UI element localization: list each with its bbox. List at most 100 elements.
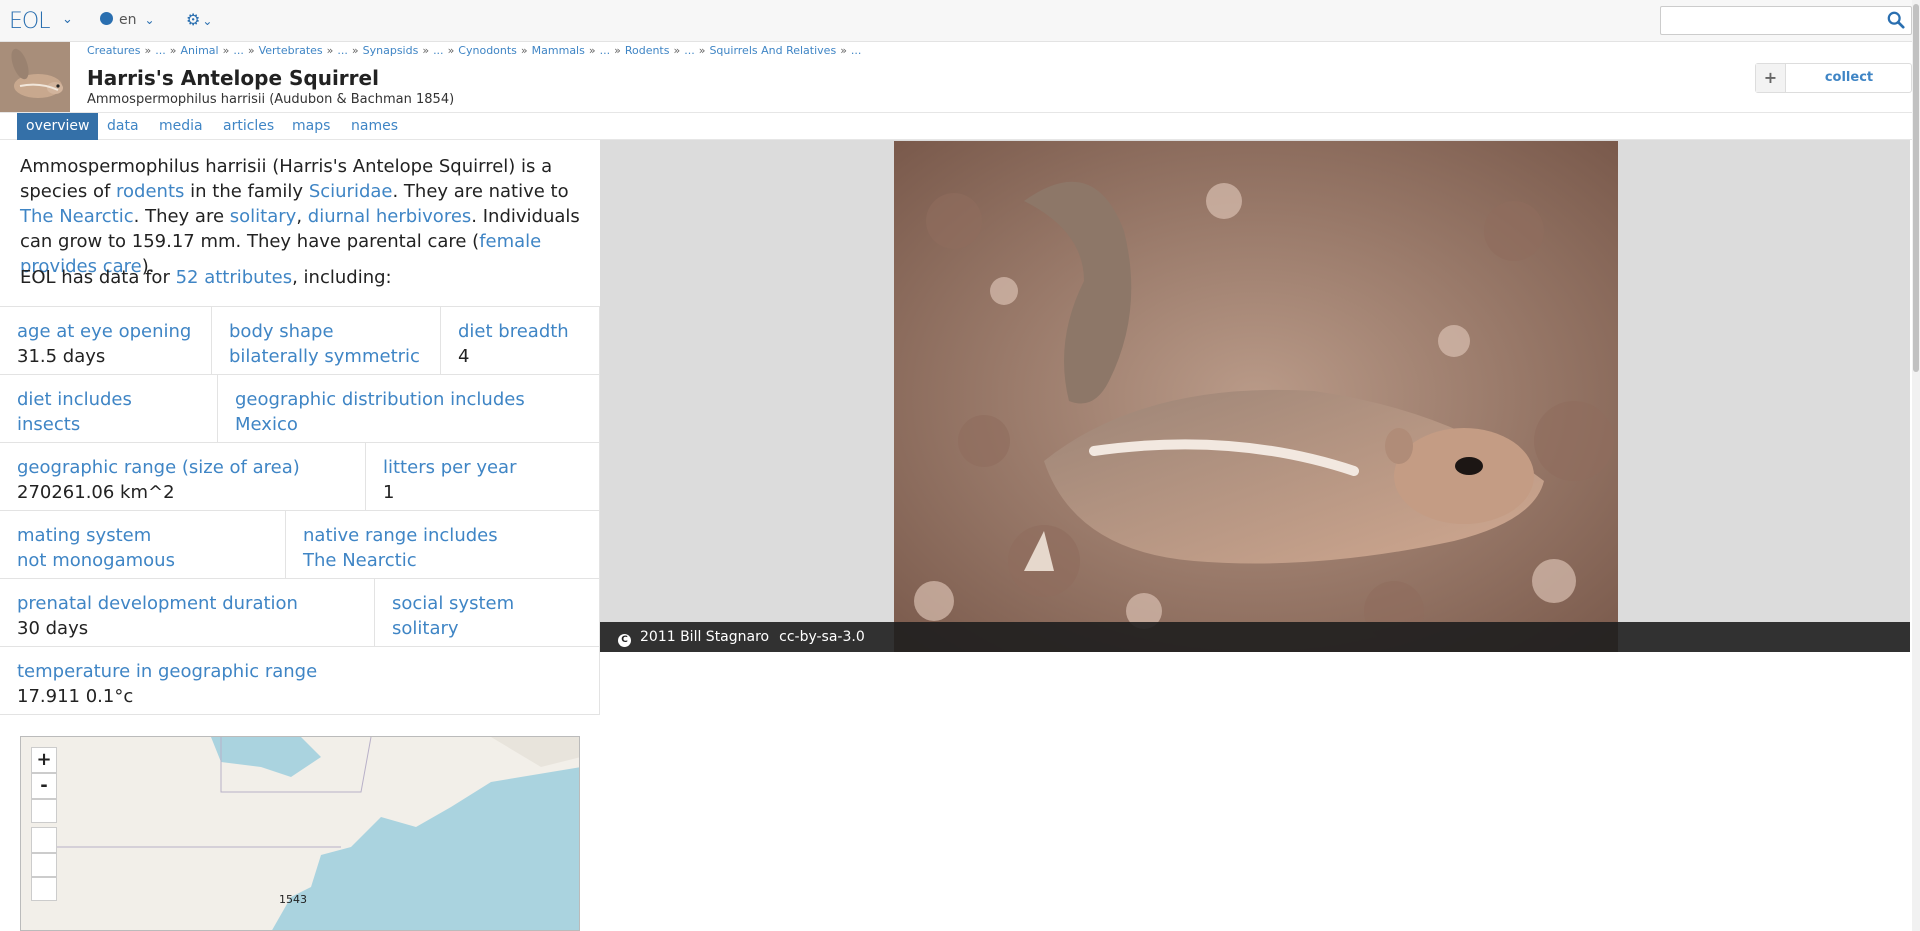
breadcrumb-item[interactable]: Rodents bbox=[625, 44, 670, 57]
attribute-name[interactable]: mating system bbox=[17, 523, 285, 548]
image-license[interactable]: cc-by-sa-3.0 bbox=[779, 629, 865, 645]
attribute-value[interactable]: Mexico bbox=[235, 412, 599, 438]
attribute-cell: social system solitary bbox=[375, 579, 600, 646]
breadcrumb-item[interactable]: ... bbox=[600, 44, 611, 57]
language-selector[interactable]: en ⌄ bbox=[100, 12, 155, 28]
breadcrumb-separator: » bbox=[351, 44, 359, 57]
attribute-name[interactable]: social system bbox=[392, 591, 599, 616]
scientific-name: Ammospermophilus harrisii (Audubon & Bac… bbox=[87, 92, 455, 107]
attribute-row: mating system not monogamous native rang… bbox=[0, 511, 600, 579]
summary-text: . They are bbox=[133, 206, 230, 227]
breadcrumb-separator: » bbox=[222, 44, 230, 57]
breadcrumb-item[interactable]: Animal bbox=[181, 44, 219, 57]
attribute-value[interactable]: solitary bbox=[392, 616, 599, 642]
attribute-name[interactable]: litters per year bbox=[383, 455, 599, 480]
link-rodents[interactable]: rodents bbox=[116, 181, 184, 202]
link-nearctic[interactable]: The Nearctic bbox=[20, 206, 134, 227]
breadcrumb-separator: » bbox=[698, 44, 706, 57]
copyright-icon: C bbox=[618, 634, 631, 647]
distribution-map[interactable]: + - 1543 bbox=[20, 736, 580, 931]
attribute-name[interactable]: geographic distribution includes bbox=[235, 387, 599, 412]
attribute-value: 30 days bbox=[17, 618, 89, 639]
collect-button[interactable]: + collect bbox=[1755, 63, 1912, 93]
data-count-line: EOL has data for 52 attributes, includin… bbox=[20, 267, 392, 288]
media-viewer: C 2011 Bill Stagnaro cc-by-sa-3.0 bbox=[600, 140, 1910, 652]
breadcrumb-item[interactable]: Squirrels And Relatives bbox=[709, 44, 836, 57]
attribute-row: temperature in geographic range 17.911 0… bbox=[0, 647, 600, 715]
zoom-level-box[interactable] bbox=[31, 799, 57, 823]
scrollbar-thumb[interactable] bbox=[1913, 4, 1919, 372]
zoom-slider-step[interactable] bbox=[31, 853, 57, 877]
summary-text: in the family bbox=[184, 181, 309, 202]
link-diurnal-herbivores[interactable]: diurnal herbivores bbox=[308, 206, 472, 227]
breadcrumb-item[interactable]: Creatures bbox=[87, 44, 141, 57]
attribute-cell: diet includes insects bbox=[0, 375, 218, 442]
breadcrumb: Creatures»...» Animal»...» Vertebrates»...… bbox=[87, 44, 861, 57]
zoom-in-button[interactable]: + bbox=[31, 747, 57, 773]
attribute-value: 1 bbox=[383, 482, 395, 503]
attribute-name[interactable]: age at eye opening bbox=[17, 319, 211, 344]
taxon-thumbnail[interactable] bbox=[0, 42, 70, 112]
breadcrumb-item[interactable]: ... bbox=[851, 44, 862, 57]
attribute-name[interactable]: prenatal development duration bbox=[17, 591, 374, 616]
attribute-cell: geographic distribution includes Mexico bbox=[218, 375, 600, 442]
attribute-row: prenatal development duration 30 days so… bbox=[0, 579, 600, 647]
attribute-name[interactable]: geographic range (size of area) bbox=[17, 455, 365, 480]
breadcrumb-separator: » bbox=[673, 44, 681, 57]
language-label: en bbox=[119, 12, 137, 28]
tab-overview[interactable]: overview bbox=[17, 113, 99, 140]
settings-menu[interactable]: ⚙ ⌄ bbox=[186, 10, 212, 29]
breadcrumb-item[interactable]: Synapsids bbox=[363, 44, 419, 57]
link-solitary[interactable]: solitary bbox=[230, 206, 297, 227]
breadcrumb-separator: » bbox=[169, 44, 177, 57]
logo-chevron-down-icon[interactable]: ⌄ bbox=[62, 12, 73, 27]
breadcrumb-item[interactable]: Mammals bbox=[532, 44, 585, 57]
attribute-value[interactable]: bilaterally symmetric bbox=[229, 344, 440, 370]
attribute-cell: litters per year 1 bbox=[366, 443, 600, 510]
attribute-value: 31.5 days bbox=[17, 346, 106, 367]
search-box bbox=[1660, 6, 1912, 35]
attribute-row: geographic range (size of area) 270261.0… bbox=[0, 443, 600, 511]
map-cluster-marker[interactable]: 1543 bbox=[279, 893, 307, 906]
page-tabs: overview data media articles maps names bbox=[0, 112, 1920, 140]
breadcrumb-item[interactable]: ... bbox=[433, 44, 444, 57]
map-zoom-controls: + - bbox=[31, 747, 57, 901]
attribute-name[interactable]: native range includes bbox=[303, 523, 599, 548]
search-input[interactable] bbox=[1661, 7, 1876, 34]
breadcrumb-separator: » bbox=[422, 44, 430, 57]
attribute-name[interactable]: body shape bbox=[229, 319, 440, 344]
chevron-down-icon: ⌄ bbox=[202, 14, 213, 28]
attribute-cell: body shape bilaterally symmetric bbox=[212, 307, 441, 374]
attribute-cell: mating system not monogamous bbox=[0, 511, 286, 578]
breadcrumb-item[interactable]: ... bbox=[233, 44, 244, 57]
page-scrollbar[interactable] bbox=[1912, 0, 1920, 931]
breadcrumb-item[interactable]: ... bbox=[337, 44, 348, 57]
link-attributes[interactable]: 52 attributes bbox=[176, 267, 293, 288]
breadcrumb-item[interactable]: ... bbox=[155, 44, 166, 57]
breadcrumb-item[interactable]: Cynodonts bbox=[458, 44, 517, 57]
attribute-value[interactable]: insects bbox=[17, 412, 217, 438]
species-summary: Ammospermophilus harrisii (Harris's Ante… bbox=[20, 154, 590, 279]
tab-articles[interactable]: articles bbox=[214, 113, 283, 140]
breadcrumb-item[interactable]: ... bbox=[684, 44, 695, 57]
tab-data[interactable]: data bbox=[98, 113, 148, 140]
eol-logo[interactable]: EOL bbox=[9, 9, 50, 34]
zoom-out-button[interactable]: - bbox=[31, 773, 57, 799]
species-photo[interactable] bbox=[894, 141, 1618, 652]
search-icon[interactable] bbox=[1887, 11, 1905, 29]
attribute-name[interactable]: diet includes bbox=[17, 387, 217, 412]
breadcrumb-separator: » bbox=[840, 44, 847, 57]
data-count-suffix: , including: bbox=[292, 267, 392, 288]
zoom-slider-track[interactable] bbox=[31, 827, 57, 853]
attribute-value[interactable]: The Nearctic bbox=[303, 548, 599, 574]
attribute-name[interactable]: temperature in geographic range bbox=[17, 659, 599, 684]
image-credit: 2011 Bill Stagnaro bbox=[640, 629, 770, 645]
tab-media[interactable]: media bbox=[150, 113, 212, 140]
attribute-name[interactable]: diet breadth bbox=[458, 319, 599, 344]
link-sciuridae[interactable]: Sciuridae bbox=[309, 181, 393, 202]
breadcrumb-item[interactable]: Vertebrates bbox=[259, 44, 323, 57]
tab-names[interactable]: names bbox=[342, 113, 407, 140]
tab-maps[interactable]: maps bbox=[283, 113, 339, 140]
attribute-value[interactable]: not monogamous bbox=[17, 548, 285, 574]
zoom-slider-step[interactable] bbox=[31, 877, 57, 901]
